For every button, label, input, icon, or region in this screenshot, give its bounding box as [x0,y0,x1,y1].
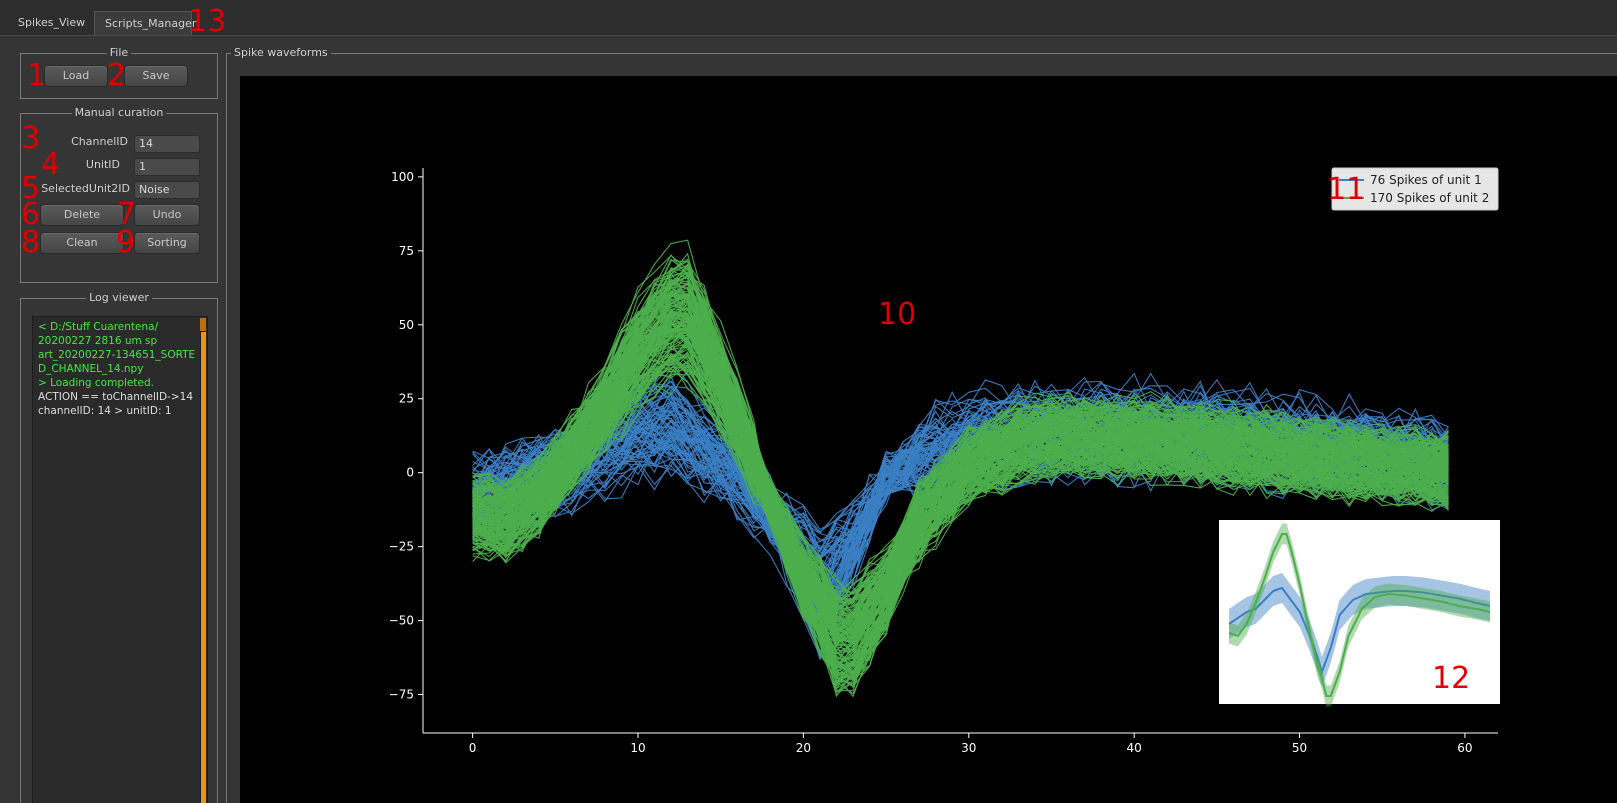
y-tick-label: −25 [389,540,414,554]
selected-unit2-id-label: SelectedUnit2ID [41,182,130,195]
tab-bar: Spikes_View Scripts_Manager [0,0,1617,36]
log-viewer-group: Log viewer < D:/Stuff Cuarentena/ 202002… [20,291,218,803]
spike-waveforms-title: Spike waveforms [231,46,331,59]
annotation-11: 11 [1327,172,1366,207]
legend-label: 76 Spikes of unit 1 [1370,173,1482,187]
x-tick-label: 20 [796,741,811,755]
y-tick-label: 50 [399,318,414,332]
legend-label: 170 Spikes of unit 2 [1370,191,1489,205]
annotation-13: 13 [188,4,227,39]
y-tick-label: 0 [406,466,414,480]
y-tick-label: −75 [389,688,414,702]
log-line: channelID: 14 > unitID: 1 [38,405,172,417]
x-tick-label: 30 [961,741,976,755]
annotation-12: 12 [1432,661,1471,696]
spike-waveform-chart: 0 10 20 30 40 50 60 −75 −50 −25 0 25 50 75 100 76 Spike… [389,167,1500,755]
log-line: 20200227 2816 um sp [38,335,158,347]
plot-canvas[interactable]: 0 10 20 30 40 50 60 −75 −50 −25 0 25 50 75 100 76 Spike… [240,76,1617,803]
load-button[interactable]: Load [44,65,108,87]
x-tick-label: 60 [1457,741,1472,755]
annotation-10: 10 [878,297,917,332]
log-scrollbar-handle[interactable] [200,318,206,332]
y-tick-label: 25 [399,392,414,406]
annotation-1: 1 [27,58,47,93]
tab-scripts-manager[interactable]: Scripts_Manager [94,11,196,35]
log-viewer-title: Log viewer [86,291,152,304]
log-lines: < D:/Stuff Cuarentena/ 20200227 2816 um … [38,320,198,418]
log-scrollbar[interactable] [200,318,206,803]
log-line: < D:/Stuff Cuarentena/ [38,321,159,333]
tab-spikes-view[interactable]: Spikes_View [8,11,94,35]
delete-button[interactable]: Delete [40,204,124,226]
sorting-button[interactable]: Sorting [134,232,200,254]
x-tick-label: 10 [630,741,645,755]
channel-id-field[interactable]: 14 [134,135,200,153]
save-button[interactable]: Save [124,65,188,87]
log-text-area[interactable]: < D:/Stuff Cuarentena/ 20200227 2816 um … [32,316,208,803]
annotation-3: 3 [21,121,41,156]
annotation-2: 2 [107,58,127,93]
unit-id-field[interactable]: 1 [134,158,200,176]
y-tick-label: −50 [389,614,414,628]
y-tick-label: 100 [391,170,414,184]
log-line: art_20200227-134651_SORTE [38,349,196,361]
x-tick-label: 50 [1292,741,1307,755]
annotation-4: 4 [41,147,61,182]
log-line: ACTION == toChannelID->14 [38,391,194,403]
selected-unit2-id-field[interactable]: Noise [134,181,200,199]
clean-button[interactable]: Clean [40,232,124,254]
y-tick-label: 75 [399,244,414,258]
log-line: > Loading completed. [38,377,154,389]
log-line: D_CHANNEL_14.npy [38,363,144,375]
x-tick-label: 0 [469,741,477,755]
manual-curation-title: Manual curation [71,106,167,119]
annotation-9: 9 [116,225,136,260]
x-tick-label: 40 [1127,741,1142,755]
annotation-8: 8 [21,225,41,260]
undo-button[interactable]: Undo [134,204,200,226]
app-window: Spikes_View Scripts_Manager File Load Sa… [0,0,1617,803]
